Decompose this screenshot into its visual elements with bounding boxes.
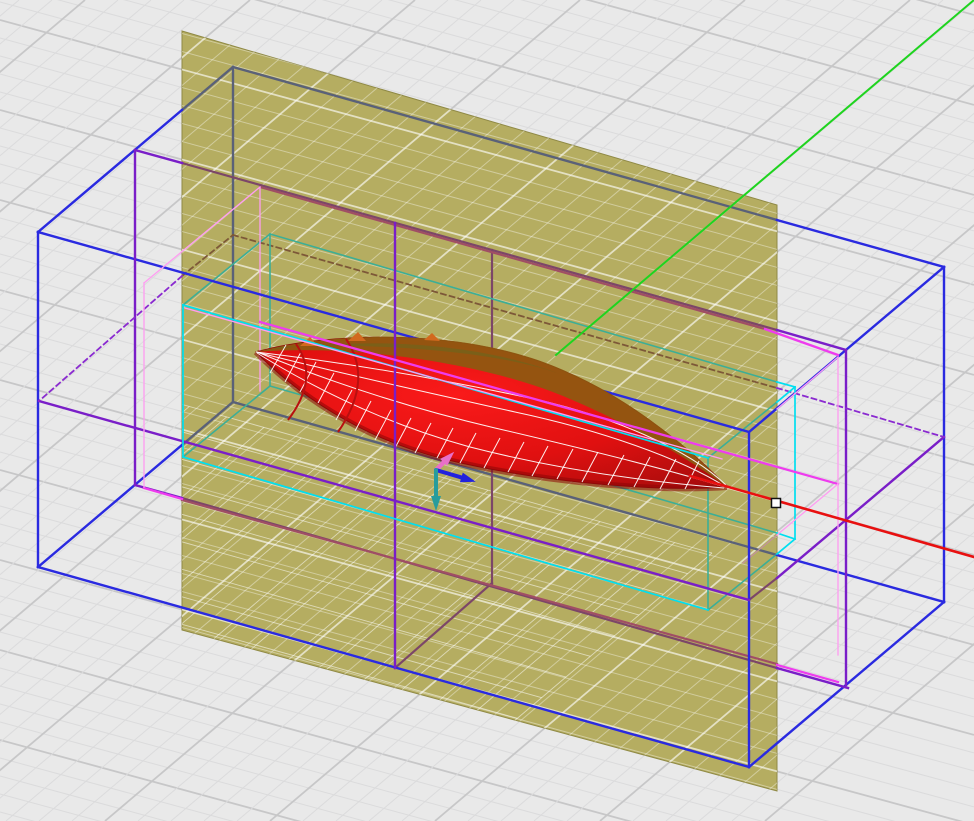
modeler-3d-viewport[interactable] <box>0 0 974 821</box>
scene-canvas[interactable] <box>0 0 974 821</box>
plane-size-handle[interactable] <box>770 497 782 509</box>
